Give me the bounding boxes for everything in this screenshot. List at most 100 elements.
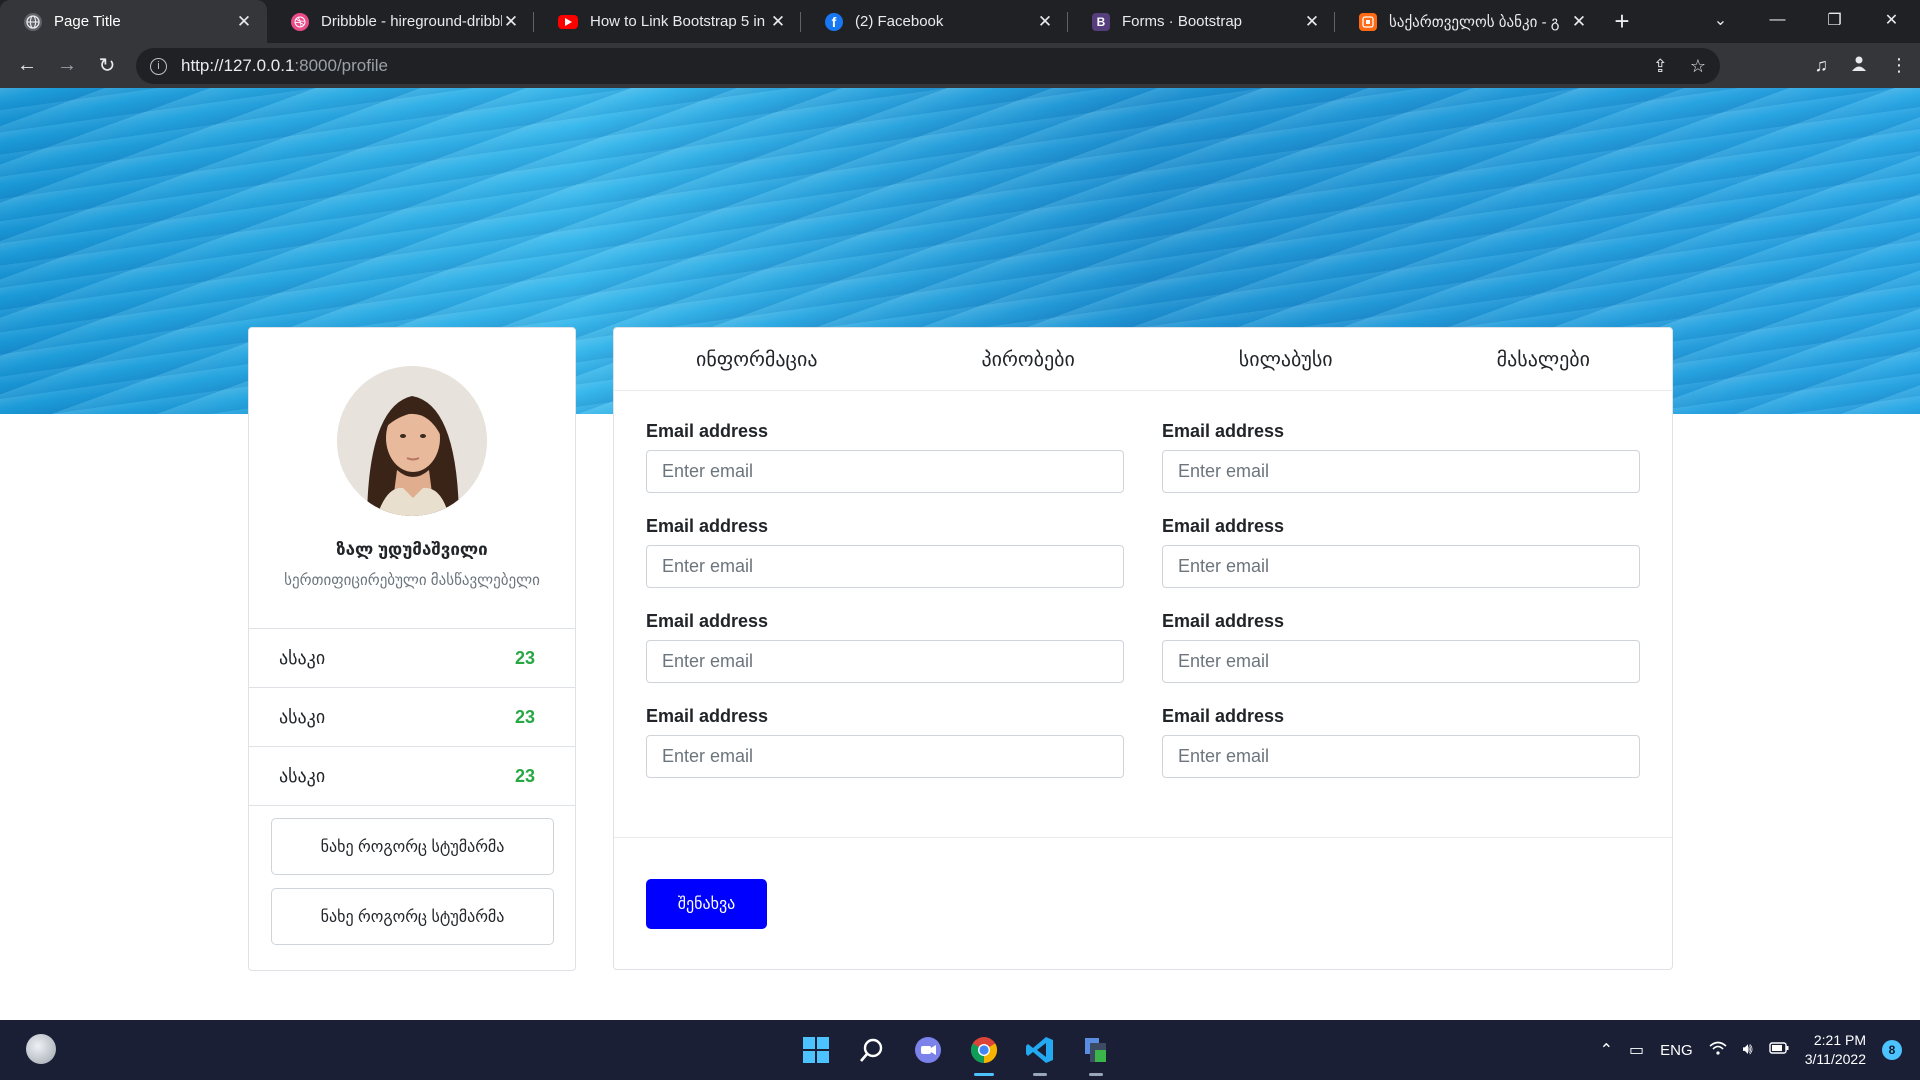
restore-icon[interactable]: ❐ [1806, 0, 1863, 40]
notification-badge[interactable]: 8 [1882, 1040, 1902, 1060]
chevron-up-icon[interactable]: ⌃ [1600, 1040, 1613, 1060]
vscode-icon[interactable] [1024, 1034, 1056, 1076]
file-explorer-icon[interactable] [1080, 1034, 1112, 1076]
stat-label: ასაკი [279, 647, 326, 668]
browser-tab[interactable]: Dribbble - hireground-dribbble ✕ [267, 0, 534, 43]
tab-title: Dribbble - hireground-dribbble [321, 13, 502, 30]
form-group: Email address [646, 517, 1124, 588]
profile-icon[interactable] [1850, 54, 1868, 77]
taskbar-apps [800, 1020, 1112, 1080]
reload-icon[interactable]: ↻ [87, 46, 127, 86]
tab-search-icon[interactable]: ⌄ [1692, 0, 1749, 40]
back-icon[interactable]: ← [7, 46, 47, 86]
tab-title: საქართველოს ბანკი - გ [1389, 13, 1560, 31]
site-info-icon[interactable]: i [150, 57, 167, 75]
clock[interactable]: 2:21 PM 3/11/2022 [1805, 1031, 1866, 1069]
tab-materials[interactable]: მასალები [1487, 347, 1600, 372]
windows-start-icon[interactable] [800, 1034, 832, 1066]
form-divider [614, 837, 1672, 838]
share-icon[interactable]: ⇪ [1653, 56, 1668, 77]
kebab-menu-icon[interactable]: ⋮ [1890, 55, 1908, 76]
close-tab-icon[interactable]: ✕ [1570, 12, 1588, 32]
close-window-icon[interactable]: ✕ [1863, 0, 1920, 40]
form-group: Email address [646, 422, 1124, 493]
media-control-icon[interactable]: ♫ [1815, 55, 1829, 76]
tab-conditions[interactable]: პირობები [971, 347, 1084, 372]
battery-icon[interactable] [1769, 1041, 1789, 1059]
bookmark-star-icon[interactable]: ☆ [1690, 56, 1706, 77]
close-tab-icon[interactable]: ✕ [769, 12, 787, 32]
email-field[interactable] [1162, 735, 1640, 778]
browser-tab[interactable]: How to Link Bootstrap 5 in HTML ✕ [534, 0, 801, 43]
email-label: Email address [1162, 706, 1285, 726]
address-bar[interactable]: i http://127.0.0.1:8000/profile ⇪ ☆ [136, 48, 1720, 84]
stat-row: ასაკი 23 [249, 688, 575, 747]
browser-toolbar: ← → ↻ i http://127.0.0.1:8000/profile ⇪ … [0, 43, 1920, 88]
bank-icon [1359, 12, 1377, 31]
page-content: ზალ უდუმაშვილი სერთიფიცირებული მასწავლებ… [0, 88, 1920, 1020]
minimize-icon[interactable]: — [1749, 0, 1806, 40]
tab-title: How to Link Bootstrap 5 in HTML [590, 13, 769, 30]
tab-syllabus[interactable]: სილაბუსი [1229, 347, 1343, 372]
form-group: Email address [1162, 612, 1640, 683]
email-field[interactable] [1162, 450, 1640, 493]
teams-chat-icon[interactable] [912, 1034, 944, 1066]
browser-tab-strip: Page Title ✕ Dribbble - hireground-dribb… [0, 0, 1920, 43]
close-tab-icon[interactable]: ✕ [502, 12, 520, 32]
save-button[interactable]: შენახვა [646, 879, 767, 929]
close-tab-icon[interactable]: ✕ [235, 12, 253, 32]
view-as-guest-button[interactable]: ნახე როგორც სტუმარმა [271, 818, 554, 875]
url-path: :8000/profile [294, 56, 388, 75]
browser-tab[interactable]: Page Title ✕ [0, 0, 267, 43]
network-monitor-icon[interactable]: ▭ [1629, 1040, 1644, 1060]
stat-row: ასაკი 23 [249, 629, 575, 688]
toolbar-extensions: ♫ ⋮ [1815, 43, 1909, 88]
window-controls: ⌄ — ❐ ✕ [1692, 0, 1920, 43]
browser-tab[interactable]: B Forms · Bootstrap ✕ [1068, 0, 1335, 43]
profile-role: სერთიფიცირებული მასწავლებელი [284, 572, 540, 589]
stat-label: ასაკი [279, 706, 326, 727]
email-label: Email address [1162, 421, 1285, 441]
form-group: Email address [646, 612, 1124, 683]
forward-icon[interactable]: → [47, 46, 87, 86]
clock-time: 2:21 PM [1813, 1032, 1866, 1048]
language-indicator[interactable]: ENG [1660, 1042, 1693, 1059]
view-as-guest-button[interactable]: ნახე როგორც სტუმარმა [271, 888, 554, 945]
email-label: Email address [646, 421, 769, 441]
form-tabs: ინფორმაცია პირობები სილაბუსი მასალები [614, 328, 1672, 391]
form-group: Email address [1162, 422, 1640, 493]
youtube-icon [558, 14, 578, 29]
email-field[interactable] [646, 640, 1124, 683]
stat-value: 23 [514, 706, 535, 727]
email-field[interactable] [1162, 640, 1640, 683]
email-label: Email address [646, 516, 769, 536]
wifi-icon[interactable] [1709, 1041, 1727, 1060]
weather-icon[interactable] [26, 1034, 56, 1064]
tab-information[interactable]: ინფორმაცია [686, 347, 827, 372]
omnibox-actions: ⇪ ☆ [1653, 48, 1706, 84]
email-field[interactable] [646, 545, 1124, 588]
search-icon[interactable] [856, 1034, 888, 1066]
stat-label: ასაკი [279, 765, 326, 786]
clock-date: 3/11/2022 [1804, 1051, 1866, 1067]
form-card: ინფორმაცია პირობები სილაბუსი მასალები Em… [613, 327, 1673, 970]
email-field[interactable] [1162, 545, 1640, 588]
close-tab-icon[interactable]: ✕ [1303, 12, 1321, 32]
email-field[interactable] [646, 450, 1124, 493]
volume-icon[interactable]: 🔊︎ [1743, 1041, 1753, 1059]
profile-name: ზალ უდუმაშვილი [336, 540, 488, 559]
form-group: Email address [1162, 517, 1640, 588]
tab-title: Forms · Bootstrap [1122, 13, 1243, 30]
url-host: http://127.0.0.1 [181, 56, 295, 75]
facebook-icon: f [825, 12, 843, 31]
stat-value: 23 [514, 765, 535, 786]
close-tab-icon[interactable]: ✕ [1036, 12, 1054, 32]
browser-tab[interactable]: საქართველოს ბანკი - გ ✕ [1335, 0, 1602, 43]
form-group: Email address [646, 707, 1124, 778]
browser-tab[interactable]: f (2) Facebook ✕ [801, 0, 1068, 43]
avatar [337, 366, 487, 516]
new-tab-button[interactable]: + [1602, 0, 1642, 43]
chrome-icon[interactable] [968, 1034, 1000, 1076]
email-field[interactable] [646, 735, 1124, 778]
tab-title: Page Title [54, 13, 121, 30]
